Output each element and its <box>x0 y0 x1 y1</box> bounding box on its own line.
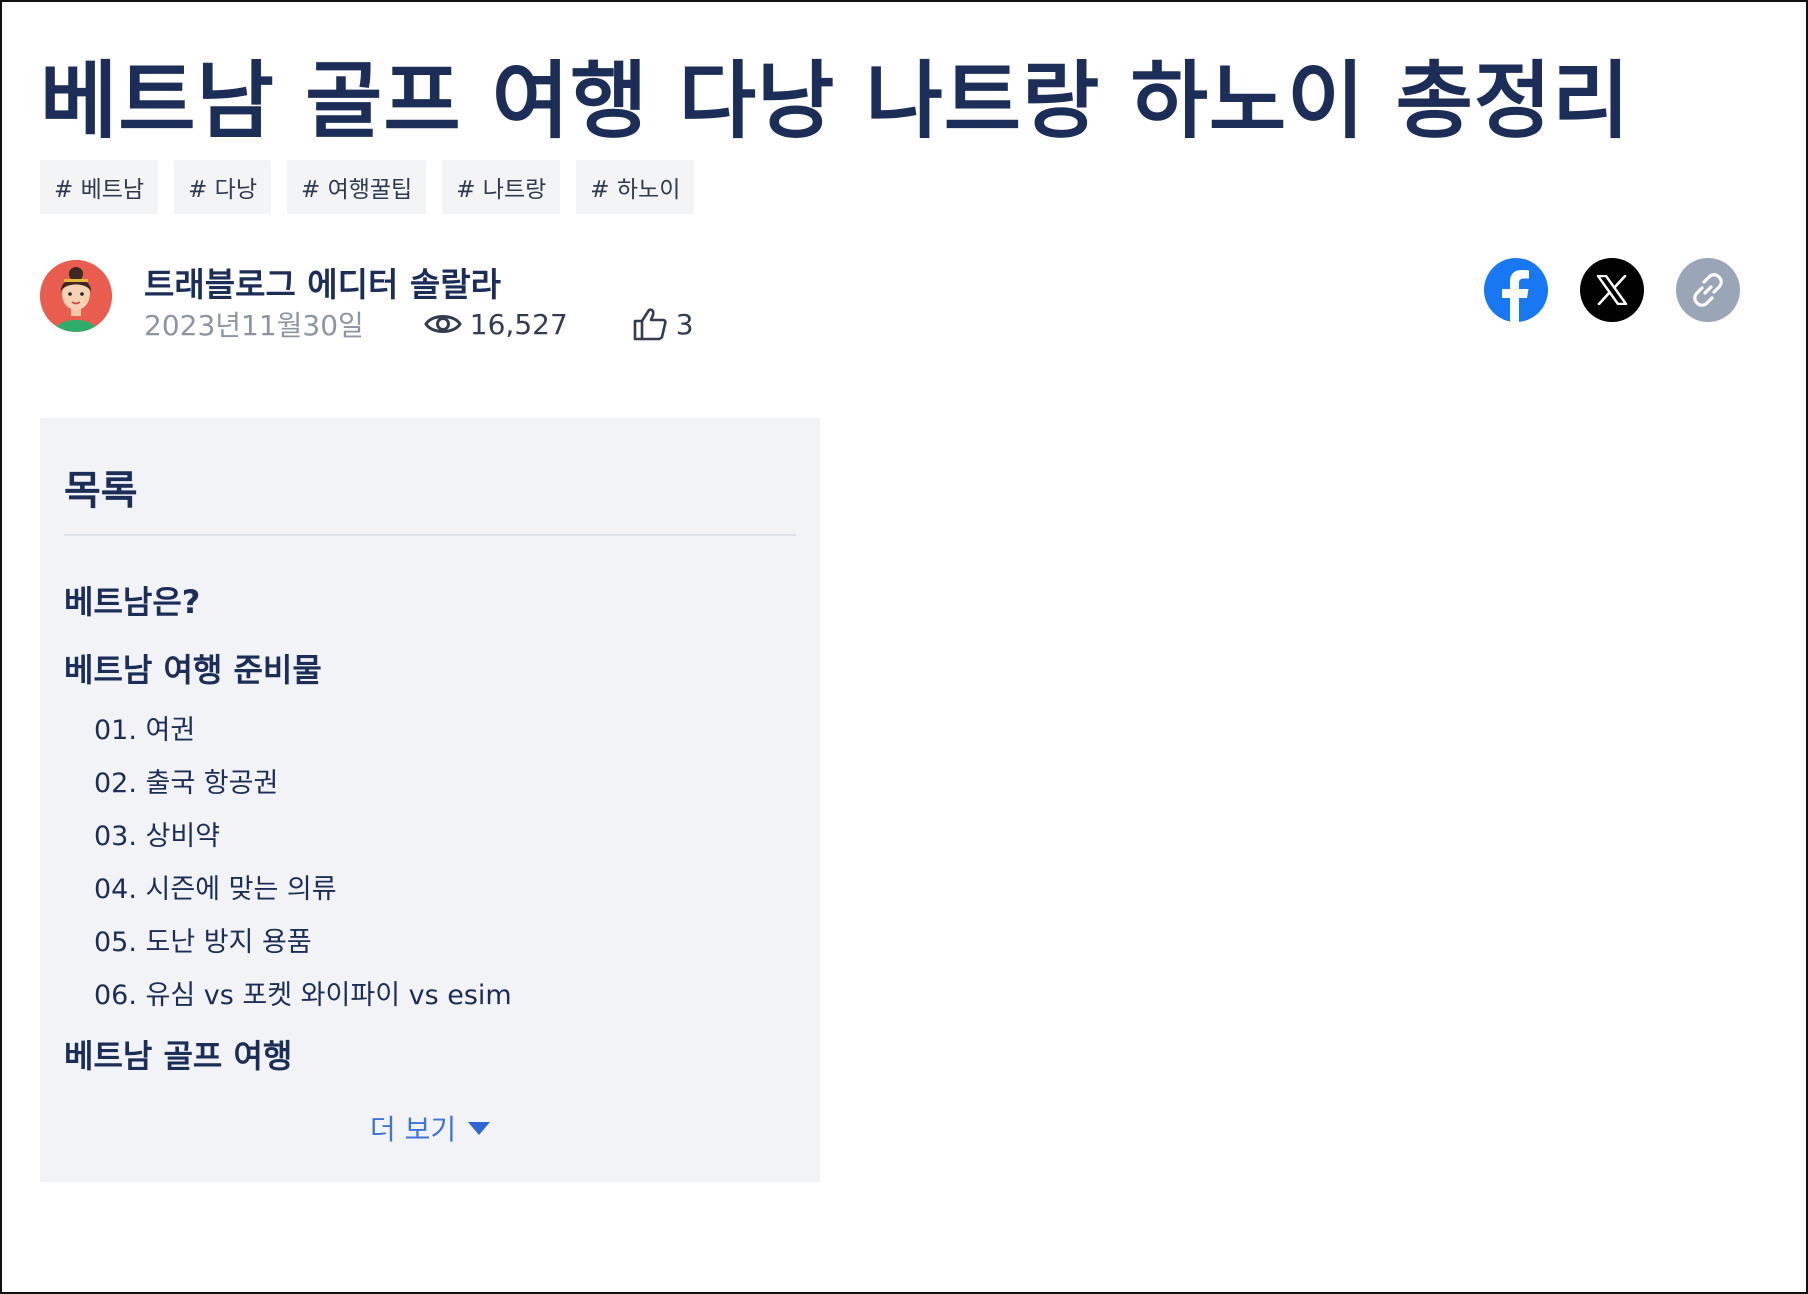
tag-vietnam[interactable]: # 베트남 <box>40 160 159 214</box>
tag-hanoi[interactable]: # 하노이 <box>576 160 695 214</box>
x-share-button[interactable] <box>1580 258 1644 322</box>
table-of-contents: 목록 베트남은? 베트남 여행 준비물 01. 여권 02. 출국 항공권 03… <box>40 418 820 1182</box>
toc-item[interactable]: 베트남 여행 준비물 <box>64 636 796 704</box>
tag-danang[interactable]: # 다낭 <box>174 160 271 214</box>
link-icon <box>1693 273 1723 307</box>
like-count-value: 3 <box>675 307 694 341</box>
tag-nhatrang[interactable]: # 나트랑 <box>442 160 561 214</box>
view-count: 16,527 <box>424 308 568 341</box>
share-buttons <box>1484 258 1740 322</box>
copy-link-button[interactable] <box>1676 258 1740 322</box>
toc-list: 베트남은? 베트남 여행 준비물 01. 여권 02. 출국 항공권 03. 상… <box>64 568 796 1090</box>
toc-item[interactable]: 베트남은? <box>64 568 796 636</box>
toc-subitem[interactable]: 02. 출국 항공권 <box>64 757 796 810</box>
toc-subitem[interactable]: 04. 시즌에 맞는 의류 <box>64 863 796 916</box>
toc-item[interactable]: 베트남 골프 여행 <box>64 1022 796 1090</box>
eye-icon <box>424 315 462 333</box>
toc-subitem[interactable]: 01. 여권 <box>64 704 796 757</box>
toc-subitem[interactable]: 05. 도난 방지 용품 <box>64 916 796 969</box>
like-count[interactable]: 3 <box>632 307 694 341</box>
article-title: 베트남 골프 여행 다낭 나트랑 하노이 총정리 <box>40 52 1631 150</box>
toc-subitem[interactable]: 06. 유심 vs 포켓 와이파이 vs esim <box>64 969 796 1022</box>
author-name[interactable]: 트래블로그 에디터 솔랄라 <box>144 258 501 306</box>
avatar-illustration-icon <box>40 260 112 332</box>
thumbs-up-icon[interactable] <box>632 307 668 341</box>
post-meta: 2023년11월30일 16,527 3 <box>144 304 694 344</box>
tag-list: # 베트남 # 다낭 # 여행꿀팁 # 나트랑 # 하노이 <box>40 160 695 214</box>
post-date: 2023년11월30일 <box>144 309 364 342</box>
facebook-icon <box>1502 270 1529 322</box>
toc-subitem[interactable]: 03. 상비약 <box>64 810 796 863</box>
toc-title: 목록 <box>64 468 138 514</box>
toc-divider <box>64 534 796 536</box>
avatar[interactable] <box>40 260 112 332</box>
caret-down-icon <box>468 1121 491 1135</box>
facebook-share-button[interactable] <box>1484 258 1548 322</box>
tag-travel-tips[interactable]: # 여행꿀팁 <box>286 160 427 214</box>
view-count-value: 16,527 <box>469 307 568 341</box>
show-more-label: 더 보기 <box>369 1113 457 1146</box>
author-row: 트래블로그 에디터 솔랄라 2023년11월30일 16,527 3 <box>40 258 1740 342</box>
x-icon <box>1596 275 1628 305</box>
show-more-button[interactable]: 더 보기 <box>40 1108 820 1148</box>
